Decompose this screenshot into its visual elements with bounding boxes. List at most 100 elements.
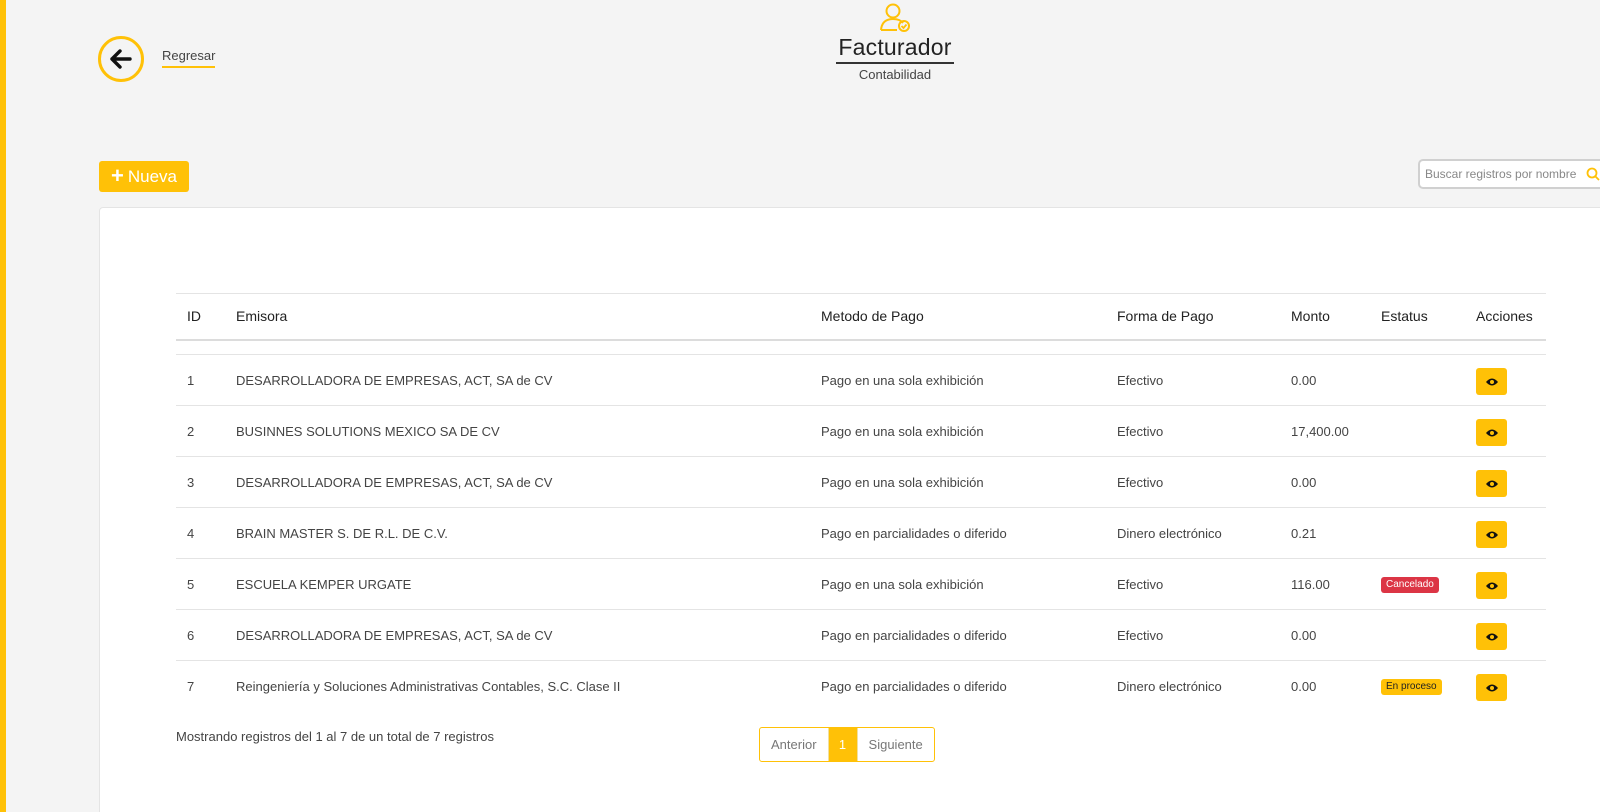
table-row: 5 ESCUELA KEMPER URGATE Pago en una sola… [176, 559, 1546, 610]
eye-icon [1485, 684, 1498, 692]
cell-emisora: DESARROLLADORA DE EMPRESAS, ACT, SA de C… [236, 474, 553, 490]
cell-emisora: Reingeniería y Soluciones Administrativa… [236, 678, 621, 694]
eye-icon [1485, 429, 1498, 436]
eye-icon [1485, 531, 1498, 538]
cell-forma: Dinero electrónico [1117, 678, 1222, 694]
view-button[interactable] [1476, 674, 1507, 702]
new-button-label: Nueva [127, 166, 177, 186]
eye-icon [1485, 378, 1498, 385]
user-check-icon [880, 3, 910, 32]
page-subtitle: Contabilidad [858, 67, 932, 82]
view-button[interactable] [1476, 470, 1507, 497]
cell-acciones [1465, 559, 1546, 610]
view-button[interactable] [1476, 521, 1507, 548]
search-box [1418, 159, 1600, 189]
cell-metodo: Pago en una sola exhibición [821, 423, 984, 439]
cell-estatus [1370, 508, 1465, 559]
eye-icon [1485, 582, 1498, 589]
table-row: 3 DESARROLLADORA DE EMPRESAS, ACT, SA de… [176, 457, 1546, 508]
column-header-monto[interactable]: Monto [1280, 294, 1370, 340]
cell-emisora: DESARROLLADORA DE EMPRESAS, ACT, SA de C… [236, 372, 553, 388]
cell-acciones [1465, 610, 1546, 661]
cell-acciones [1465, 355, 1546, 406]
table-info: Mostrando registros del 1 al 7 de un tot… [176, 729, 494, 744]
view-button[interactable] [1476, 623, 1507, 650]
cell-emisora: BUSINNES SOLUTIONS MEXICO SA DE CV [236, 423, 500, 439]
cell-acciones [1465, 406, 1546, 457]
cell-emisora: DESARROLLADORA DE EMPRESAS, ACT, SA de C… [236, 627, 553, 643]
cell-acciones [1465, 661, 1546, 712]
records-table: ID Emisora Metodo de Pago Forma de Pago … [176, 293, 1546, 712]
left-accent-bar [0, 0, 6, 812]
cell-metodo: Pago en parcialidades o diferido [821, 525, 1007, 541]
plus-icon: + [111, 162, 124, 188]
new-button[interactable]: + Nueva [99, 161, 189, 192]
status-badge: Cancelado [1381, 577, 1439, 593]
cell-monto: 0.00 [1291, 678, 1317, 694]
pagination-page-1[interactable]: 1 [828, 728, 857, 761]
cell-forma: Efectivo [1117, 627, 1164, 643]
arrow-left-icon [110, 49, 132, 69]
column-header-acciones: Acciones [1476, 308, 1533, 325]
back-link[interactable]: Regresar [162, 48, 216, 68]
cell-forma: Dinero electrónico [1117, 525, 1222, 541]
cell-id: 2 [187, 423, 195, 439]
pagination-previous[interactable]: Anterior [760, 728, 829, 761]
cell-monto: 0.00 [1291, 474, 1317, 490]
view-button[interactable] [1476, 419, 1507, 446]
cell-id: 4 [187, 525, 195, 541]
cell-emisora: BRAIN MASTER S. DE R.L. DE C.V. [236, 525, 448, 541]
page-header: Facturador Contabilidad [790, 0, 1000, 82]
cell-estatus [1370, 457, 1465, 508]
column-header-forma[interactable]: Forma de Pago [1106, 294, 1280, 340]
cell-metodo: Pago en una sola exhibición [821, 576, 984, 592]
status-badge: En proceso [1381, 679, 1442, 696]
cell-estatus: Cancelado [1370, 559, 1465, 610]
table-row: 1 DESARROLLADORA DE EMPRESAS, ACT, SA de… [176, 355, 1546, 406]
page-title: Facturador [836, 34, 954, 64]
cell-metodo: Pago en parcialidades o diferido [821, 627, 1007, 643]
cell-metodo: Pago en parcialidades o diferido [821, 678, 1007, 694]
cell-forma: Efectivo [1117, 474, 1164, 490]
search-icon[interactable] [1586, 167, 1600, 181]
cell-forma: Efectivo [1117, 372, 1164, 388]
cell-monto: 0.21 [1291, 525, 1317, 541]
cell-estatus [1370, 355, 1465, 406]
cell-monto: 17,400.00 [1291, 423, 1349, 439]
cell-metodo: Pago en una sola exhibición [821, 372, 984, 388]
cell-id: 7 [187, 678, 195, 694]
cell-monto: 0.00 [1291, 627, 1317, 643]
cell-monto: 0.00 [1291, 372, 1317, 388]
view-button[interactable] [1476, 572, 1507, 599]
table-card: ID Emisora Metodo de Pago Forma de Pago … [99, 207, 1600, 812]
view-button[interactable] [1476, 368, 1507, 395]
cell-id: 5 [187, 576, 195, 592]
column-header-id[interactable]: ID [176, 294, 225, 340]
cell-metodo: Pago en una sola exhibición [821, 474, 984, 490]
cell-acciones [1465, 508, 1546, 559]
cell-id: 6 [187, 627, 195, 643]
back-button[interactable] [98, 36, 144, 82]
eye-icon [1485, 633, 1498, 640]
search-input[interactable] [1425, 167, 1580, 181]
cell-forma: Efectivo [1117, 423, 1164, 439]
cell-estatus [1370, 406, 1465, 457]
column-header-metodo[interactable]: Metodo de Pago [810, 294, 1106, 340]
pagination: Anterior 1 Siguiente [759, 727, 935, 762]
cell-forma: Efectivo [1117, 576, 1164, 592]
cell-id: 1 [187, 372, 195, 388]
cell-estatus [1370, 610, 1465, 661]
column-header-estatus[interactable]: Estatus [1370, 294, 1465, 340]
table-row: 4 BRAIN MASTER S. DE R.L. DE C.V. Pago e… [176, 508, 1546, 559]
table-header-row: ID Emisora Metodo de Pago Forma de Pago … [176, 293, 1546, 340]
cell-emisora: ESCUELA KEMPER URGATE [236, 576, 412, 592]
cell-acciones [1465, 457, 1546, 508]
pagination-next[interactable]: Siguiente [856, 728, 934, 761]
column-header-emisora[interactable]: Emisora [225, 294, 810, 340]
cell-monto: 116.00 [1291, 576, 1330, 592]
eye-icon [1485, 480, 1498, 487]
cell-id: 3 [187, 474, 195, 490]
table-row: 7 Reingeniería y Soluciones Administrati… [176, 661, 1546, 712]
table-row: 2 BUSINNES SOLUTIONS MEXICO SA DE CV Pag… [176, 406, 1546, 457]
table-row: 6 DESARROLLADORA DE EMPRESAS, ACT, SA de… [176, 610, 1546, 661]
